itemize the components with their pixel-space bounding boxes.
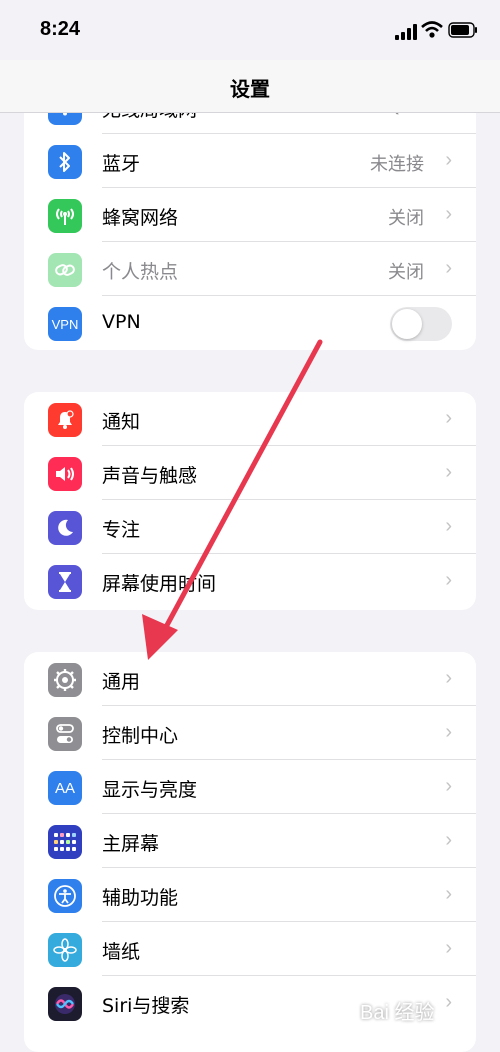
- settings-row-accessibility[interactable]: 辅助功能 ›: [24, 868, 476, 922]
- chevron-right-icon: ›: [445, 991, 452, 1013]
- row-label: 蜂窝网络: [102, 207, 179, 229]
- settings-row-wallpaper[interactable]: 墙纸 ›: [24, 922, 476, 976]
- row-label: 通用: [102, 671, 141, 693]
- settings-row-focus[interactable]: 专注 ›: [24, 500, 476, 554]
- bell-icon: [48, 403, 82, 437]
- watermark: Bai 经验: [360, 1002, 435, 1024]
- vpn-icon: VPN: [48, 307, 82, 341]
- settings-row-cellular[interactable]: 蜂窝网络 关闭 ›: [24, 188, 476, 242]
- settings-row-notifications[interactable]: 通知 ›: [24, 392, 476, 446]
- chevron-right-icon: ›: [445, 569, 452, 591]
- row-label: 通知: [102, 411, 141, 433]
- row-label: 蓝牙: [102, 153, 141, 175]
- chevron-right-icon: ›: [445, 667, 452, 689]
- chevron-right-icon: ›: [445, 515, 452, 537]
- settings-row-home-screen[interactable]: 主屏幕 ›: [24, 814, 476, 868]
- switches-icon: [48, 717, 82, 751]
- status-time: 8:24: [40, 18, 81, 40]
- gear-icon: [48, 663, 82, 697]
- settings-row-general[interactable]: 通用 ›: [24, 652, 476, 706]
- battery-icon: [448, 22, 477, 38]
- toggle-knob: [392, 309, 422, 339]
- chevron-right-icon: ›: [445, 149, 452, 171]
- hotspot-icon: [48, 253, 82, 287]
- bluetooth-icon: [48, 145, 82, 179]
- wifi-icon: [421, 21, 443, 38]
- chevron-right-icon: ›: [445, 407, 452, 429]
- siri-icon: [48, 987, 82, 1021]
- settings-row-display[interactable]: AA 显示与亮度 ›: [24, 760, 476, 814]
- row-label: 显示与亮度: [102, 779, 198, 801]
- row-value: 关闭: [388, 262, 424, 283]
- settings-row-hotspot[interactable]: 个人热点 关闭 ›: [24, 242, 476, 296]
- chevron-right-icon: ›: [445, 257, 452, 279]
- moon-icon: [48, 511, 82, 545]
- vpn-toggle[interactable]: [390, 307, 452, 341]
- row-label: 屏幕使用时间: [102, 573, 217, 595]
- chevron-right-icon: ›: [445, 775, 452, 797]
- accessibility-icon: [48, 879, 82, 913]
- chevron-right-icon: ›: [445, 883, 452, 905]
- settings-row-vpn[interactable]: VPN VPN: [24, 296, 476, 350]
- chevron-right-icon: ›: [445, 203, 452, 225]
- app-grid-icon: [48, 825, 82, 859]
- chevron-right-icon: ›: [445, 461, 452, 483]
- chevron-right-icon: ›: [445, 721, 452, 743]
- settings-group-general: 通用 › 控制中心 › AA 显示与亮度 › 主屏幕 › 辅助功能 › 墙纸 ›…: [24, 652, 476, 1052]
- row-value: 未连接: [370, 154, 424, 175]
- settings-group-connectivity: 无线局域网 CMCC-RQS5 › 蓝牙 未连接 › 蜂窝网络 关闭 › 个人热…: [24, 80, 476, 350]
- text-size-icon: AA: [48, 771, 82, 805]
- hourglass-icon: [48, 565, 82, 599]
- row-label: Siri与搜索: [102, 995, 190, 1017]
- chevron-right-icon: ›: [445, 937, 452, 959]
- speaker-icon: [48, 457, 82, 491]
- antenna-icon: [48, 199, 82, 233]
- status-bar: 8:24: [0, 0, 500, 60]
- chevron-right-icon: ›: [445, 829, 452, 851]
- row-label: 主屏幕: [102, 833, 160, 855]
- row-label: 声音与触感: [102, 465, 198, 487]
- row-value: 关闭: [388, 208, 424, 229]
- row-label: VPN: [102, 311, 141, 333]
- page-title: 设置: [230, 77, 270, 101]
- row-label: 墙纸: [102, 941, 141, 963]
- flower-icon: [48, 933, 82, 967]
- signal-icon: [395, 24, 417, 40]
- nav-bar: 设置: [0, 60, 500, 113]
- row-label: 专注: [102, 519, 141, 541]
- settings-row-screen-time[interactable]: 屏幕使用时间 ›: [24, 554, 476, 608]
- row-label: 个人热点: [102, 261, 179, 283]
- settings-row-control-center[interactable]: 控制中心 ›: [24, 706, 476, 760]
- settings-group-notifications: 通知 › 声音与触感 › 专注 › 屏幕使用时间 ›: [24, 392, 476, 610]
- row-label: 辅助功能: [102, 887, 179, 909]
- settings-row-bluetooth[interactable]: 蓝牙 未连接 ›: [24, 134, 476, 188]
- row-label: 控制中心: [102, 725, 179, 747]
- settings-row-sounds[interactable]: 声音与触感 ›: [24, 446, 476, 500]
